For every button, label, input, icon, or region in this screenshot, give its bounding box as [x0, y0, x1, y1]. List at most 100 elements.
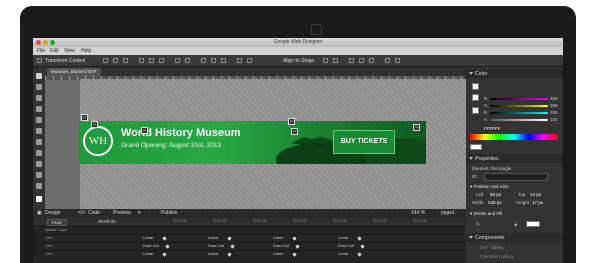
- fill-color-icon[interactable]: [36, 196, 42, 202]
- banner-subtitle[interactable]: Grand Opening: August 31st, 2013: [121, 142, 221, 149]
- flip-horizontal-icon[interactable]: [349, 58, 354, 63]
- color-spectrum[interactable]: [470, 134, 558, 140]
- 3d-translation-tool-icon[interactable]: [36, 95, 42, 101]
- top-value[interactable]: 24 px: [530, 192, 541, 197]
- green-value[interactable]: 255: [550, 103, 558, 108]
- keyframe[interactable]: [162, 236, 167, 241]
- keyframe[interactable]: [292, 236, 297, 241]
- timeline-row[interactable]: <div> Linear Linear Linear Linear: [33, 250, 465, 258]
- menu-view[interactable]: View: [64, 48, 75, 54]
- ease-label[interactable]: Ease-Out: [208, 244, 224, 248]
- space-vertical-icon[interactable]: [247, 58, 252, 63]
- ease-label[interactable]: Linear: [338, 236, 349, 240]
- transform-icon[interactable]: [37, 58, 42, 63]
- align-bottom-icon[interactable]: [159, 58, 164, 63]
- keyframe[interactable]: [295, 244, 300, 249]
- ease-label[interactable]: Linear: [273, 236, 284, 240]
- ease-label[interactable]: Ease-Out: [143, 244, 159, 248]
- code-view-icon[interactable]: </>: [78, 210, 85, 216]
- play-button[interactable]: PLAY: [47, 219, 67, 226]
- red-slider[interactable]: [490, 98, 548, 100]
- fill-icon[interactable]: ◈: [514, 222, 517, 228]
- grid-icon[interactable]: [395, 58, 400, 63]
- keyframe[interactable]: [230, 244, 235, 249]
- align-middle-icon[interactable]: [149, 58, 154, 63]
- ease-label[interactable]: Linear: [143, 236, 154, 240]
- paint-bucket-icon[interactable]: [36, 150, 42, 156]
- recent-color-swatch[interactable]: [470, 144, 482, 150]
- align-top-icon[interactable]: [139, 58, 144, 63]
- size-width-icon[interactable]: [201, 58, 206, 63]
- menu-edit[interactable]: Edit: [50, 48, 59, 54]
- distribute-horizontal-icon[interactable]: [175, 58, 180, 63]
- keyframe[interactable]: [357, 236, 362, 241]
- align-right-icon[interactable]: [123, 58, 128, 63]
- code-view-button[interactable]: Code: [88, 210, 100, 216]
- alpha-slider[interactable]: [490, 119, 548, 121]
- keyframe[interactable]: [292, 252, 297, 257]
- fill-color-swatch[interactable]: [526, 221, 540, 227]
- document-tab[interactable]: Museum_Banner.html*: [47, 68, 101, 76]
- components-panel-header[interactable]: Components: [466, 233, 563, 242]
- ease-label[interactable]: Ease-Out: [273, 244, 289, 248]
- height-value[interactable]: 17 px: [532, 200, 543, 205]
- fill-swatch[interactable]: [472, 83, 479, 90]
- pen-tool-icon[interactable]: [36, 117, 42, 123]
- blue-slider[interactable]: [490, 112, 548, 114]
- blue-value[interactable]: 255: [550, 110, 558, 115]
- menu-help[interactable]: Help: [81, 48, 91, 54]
- shape-tool-icon[interactable]: [36, 139, 42, 145]
- id-input[interactable]: [484, 173, 548, 181]
- distribute-vertical-icon[interactable]: [185, 58, 190, 63]
- keyframe[interactable]: [227, 236, 232, 241]
- color-swatch[interactable]: [472, 107, 479, 114]
- flip-vertical-icon[interactable]: [359, 58, 364, 63]
- size-height-icon[interactable]: [211, 58, 216, 63]
- banner-title[interactable]: World History Museum: [121, 127, 241, 139]
- timeline-row[interactable]: Master Layer: [33, 226, 465, 234]
- keyframe[interactable]: [227, 252, 232, 257]
- align-left-icon[interactable]: [103, 58, 108, 63]
- design-view-button[interactable]: Design: [45, 210, 61, 216]
- align-center-icon[interactable]: [113, 58, 118, 63]
- component-item[interactable]: Carousel Gallery: [480, 254, 514, 259]
- width-value[interactable]: 340 px: [488, 200, 502, 205]
- lock-icon[interactable]: [385, 58, 390, 63]
- pen-icon[interactable]: ✎: [476, 222, 480, 228]
- buy-tickets-button[interactable]: BUY TICKETS: [333, 130, 395, 154]
- left-value[interactable]: 80 px: [490, 192, 501, 197]
- ease-label[interactable]: Linear: [273, 252, 284, 256]
- preview-button[interactable]: Preview: [113, 210, 131, 216]
- car-icon[interactable]: [323, 58, 328, 63]
- stroke-fill-header[interactable]: ▾ Stroke and Fill: [470, 211, 502, 217]
- keyframe[interactable]: [357, 252, 362, 257]
- eyedropper-icon[interactable]: [36, 161, 42, 167]
- color-panel-header[interactable]: Color: [466, 69, 563, 78]
- ease-label[interactable]: Linear: [208, 236, 219, 240]
- hex-value[interactable]: FFFFFF: [484, 126, 501, 131]
- space-icon[interactable]: [237, 58, 242, 63]
- ease-label[interactable]: Ease-Out: [338, 244, 354, 248]
- properties-panel-header[interactable]: Properties: [466, 154, 563, 163]
- green-slider[interactable]: [490, 105, 548, 107]
- ease-label[interactable]: Linear: [208, 252, 219, 256]
- zoom-tool-icon[interactable]: [36, 183, 42, 189]
- menu-file[interactable]: File: [37, 48, 45, 54]
- alpha-value[interactable]: 100: [550, 117, 558, 122]
- timeline-row[interactable]: <div> Ease-Out Ease-Out Ease-Out Ease-Ou…: [33, 242, 465, 250]
- publish-button[interactable]: Publish: [161, 210, 177, 216]
- rotate-icon[interactable]: [369, 58, 374, 63]
- keyframe[interactable]: [165, 244, 170, 249]
- stroke-swatch[interactable]: [472, 94, 479, 101]
- tag-tool-icon[interactable]: [36, 106, 42, 112]
- keyframe[interactable]: [162, 252, 167, 257]
- size-both-icon[interactable]: [221, 58, 226, 63]
- ease-label[interactable]: Linear: [143, 252, 154, 256]
- chevron-down-icon[interactable]: ▾: [138, 210, 141, 216]
- keyframe[interactable]: [360, 244, 365, 249]
- red-value[interactable]: 255: [550, 96, 558, 101]
- museum-banner[interactable]: WH World History Museum Grand Opening: A…: [79, 121, 426, 164]
- hand-tool-icon[interactable]: [36, 172, 42, 178]
- ad-icon[interactable]: [333, 58, 338, 63]
- position-size-header[interactable]: ▾ Position And Size: [470, 184, 509, 190]
